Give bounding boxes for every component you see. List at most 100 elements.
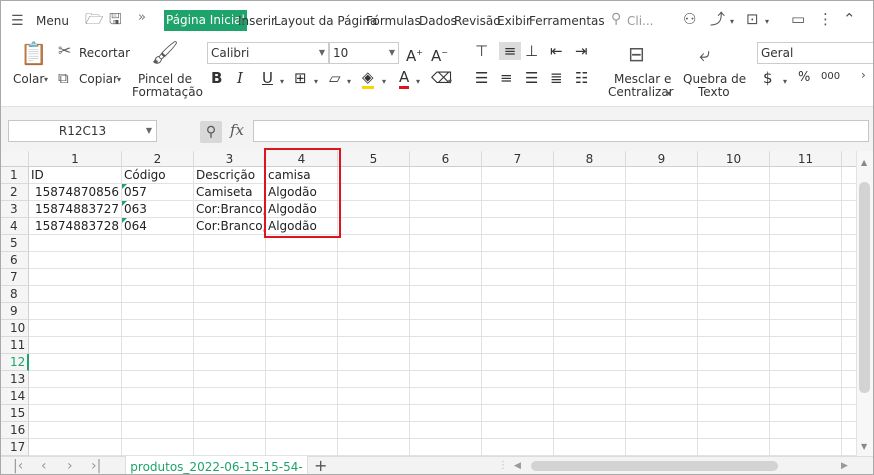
grid-cell[interactable] <box>338 167 410 184</box>
thousands-separator-button[interactable]: 000 <box>821 68 840 86</box>
grid-cell[interactable] <box>29 235 122 252</box>
grid-cell[interactable] <box>482 167 554 184</box>
row-header[interactable]: 5 <box>1 235 29 252</box>
row-header[interactable]: 10 <box>1 320 29 337</box>
grid-cell[interactable] <box>842 252 856 269</box>
grid-cell[interactable] <box>122 269 194 286</box>
grid-cell[interactable] <box>842 337 856 354</box>
grid-cell[interactable] <box>482 269 554 286</box>
grid-cell[interactable] <box>842 184 856 201</box>
grid-cell[interactable] <box>482 354 554 371</box>
grid-cell[interactable] <box>842 388 856 405</box>
tab-ferramentas[interactable]: Ferramentas <box>529 13 605 29</box>
row-header[interactable]: 8 <box>1 286 29 303</box>
grid-cell[interactable] <box>698 439 770 456</box>
grid-cell[interactable] <box>266 388 338 405</box>
grid-cell[interactable] <box>554 422 626 439</box>
grid-cell[interactable] <box>410 371 482 388</box>
grid-cell[interactable] <box>122 422 194 439</box>
grid-cell[interactable] <box>626 354 698 371</box>
comment-icon[interactable]: ▭ <box>791 11 805 27</box>
column-header[interactable]: 11 <box>770 151 842 167</box>
row-header[interactable]: 17 <box>1 439 29 456</box>
grid-cell[interactable] <box>194 337 266 354</box>
grid-cell[interactable] <box>29 286 122 303</box>
format-painter-label-2[interactable]: Formatação <box>132 85 203 99</box>
grid-cell[interactable] <box>554 439 626 456</box>
clipboard-icon[interactable]: 📋 <box>20 43 47 67</box>
grid-cell[interactable] <box>770 201 842 218</box>
chevron-down-icon[interactable]: ▾ <box>314 74 318 90</box>
save-icon[interactable]: 🖫 <box>109 11 122 27</box>
prev-sheet-icon[interactable]: ‹ <box>41 457 47 474</box>
grid-cell[interactable] <box>698 405 770 422</box>
grid-cell[interactable] <box>410 269 482 286</box>
grid-cell[interactable] <box>410 337 482 354</box>
grid-cell[interactable] <box>698 184 770 201</box>
grid-cell[interactable] <box>410 320 482 337</box>
grid-cell[interactable] <box>842 269 856 286</box>
grid-cell[interactable] <box>194 388 266 405</box>
paste-button[interactable]: Colar <box>13 72 44 86</box>
grid-cell[interactable] <box>626 184 698 201</box>
grid-cell[interactable] <box>122 252 194 269</box>
grid-cell[interactable] <box>698 235 770 252</box>
chevron-down-icon[interactable]: ▾ <box>448 74 452 90</box>
grid-cell[interactable] <box>266 320 338 337</box>
row-header[interactable]: 12 <box>1 354 29 371</box>
grid-cell[interactable] <box>698 388 770 405</box>
number-format-select[interactable]: Geral <box>757 42 873 64</box>
chevron-down-icon[interactable]: ▾ <box>347 74 351 90</box>
grid-cell[interactable] <box>770 422 842 439</box>
column-header[interactable]: 8 <box>554 151 626 167</box>
grid-cell[interactable] <box>29 337 122 354</box>
horizontal-scroll-thumb[interactable] <box>531 461 778 471</box>
grid-cell[interactable] <box>29 371 122 388</box>
grid-cell[interactable] <box>842 235 856 252</box>
grid-cell[interactable]: 15874870856 <box>29 184 122 201</box>
merge-cells-icon[interactable]: ⊟ <box>628 43 645 65</box>
grid-cell[interactable] <box>626 167 698 184</box>
grid-cell[interactable] <box>698 303 770 320</box>
grid-cell[interactable] <box>770 286 842 303</box>
grid-cell[interactable]: Descrição <box>194 167 266 184</box>
grid-cell[interactable] <box>122 303 194 320</box>
chevron-down-icon[interactable]: ▾ <box>44 72 48 88</box>
column-header[interactable]: 10 <box>698 151 770 167</box>
grid-cell[interactable] <box>410 184 482 201</box>
grid-cell[interactable]: Cor:Branco; <box>194 218 266 235</box>
grid-cell[interactable] <box>698 422 770 439</box>
grid-cell[interactable]: Código <box>122 167 194 184</box>
grid-cell[interactable] <box>554 218 626 235</box>
grid-cell[interactable] <box>29 269 122 286</box>
grid-cell[interactable] <box>266 269 338 286</box>
grid-cell[interactable] <box>842 371 856 388</box>
tasks-icon[interactable]: ⊡ <box>746 11 759 27</box>
grid-cell[interactable] <box>194 252 266 269</box>
grid-cell[interactable] <box>554 354 626 371</box>
chevron-down-icon[interactable]: ▾ <box>117 72 121 88</box>
scroll-right-icon[interactable]: ▶ <box>841 457 848 474</box>
grid-cell[interactable] <box>194 371 266 388</box>
align-bottom-icon[interactable]: ⊥ <box>525 42 538 60</box>
formula-input[interactable] <box>253 120 869 142</box>
grid-cell[interactable] <box>338 184 410 201</box>
grid-cell[interactable] <box>194 235 266 252</box>
grid-cell[interactable] <box>338 371 410 388</box>
grid-cell[interactable] <box>554 184 626 201</box>
grid-cell[interactable] <box>410 218 482 235</box>
grid-cell[interactable] <box>29 320 122 337</box>
grid-cell[interactable] <box>122 388 194 405</box>
grid-cell[interactable] <box>338 201 410 218</box>
grid-cell[interactable] <box>338 286 410 303</box>
search-icon[interactable]: ⚲ <box>611 11 621 27</box>
hamburger-icon[interactable]: ☰ <box>11 13 24 29</box>
grid-cell[interactable] <box>194 303 266 320</box>
tab-pagina-inicial[interactable]: Página Inicial <box>164 10 247 31</box>
add-sheet-icon[interactable]: + <box>314 457 327 475</box>
wrap-text-button[interactable]: Quebra de <box>683 72 746 86</box>
grid-cell[interactable] <box>842 303 856 320</box>
grid-cell[interactable] <box>410 286 482 303</box>
cell-style-icon[interactable]: ▱ <box>329 69 341 87</box>
chevron-down-icon[interactable]: ▾ <box>765 14 769 30</box>
